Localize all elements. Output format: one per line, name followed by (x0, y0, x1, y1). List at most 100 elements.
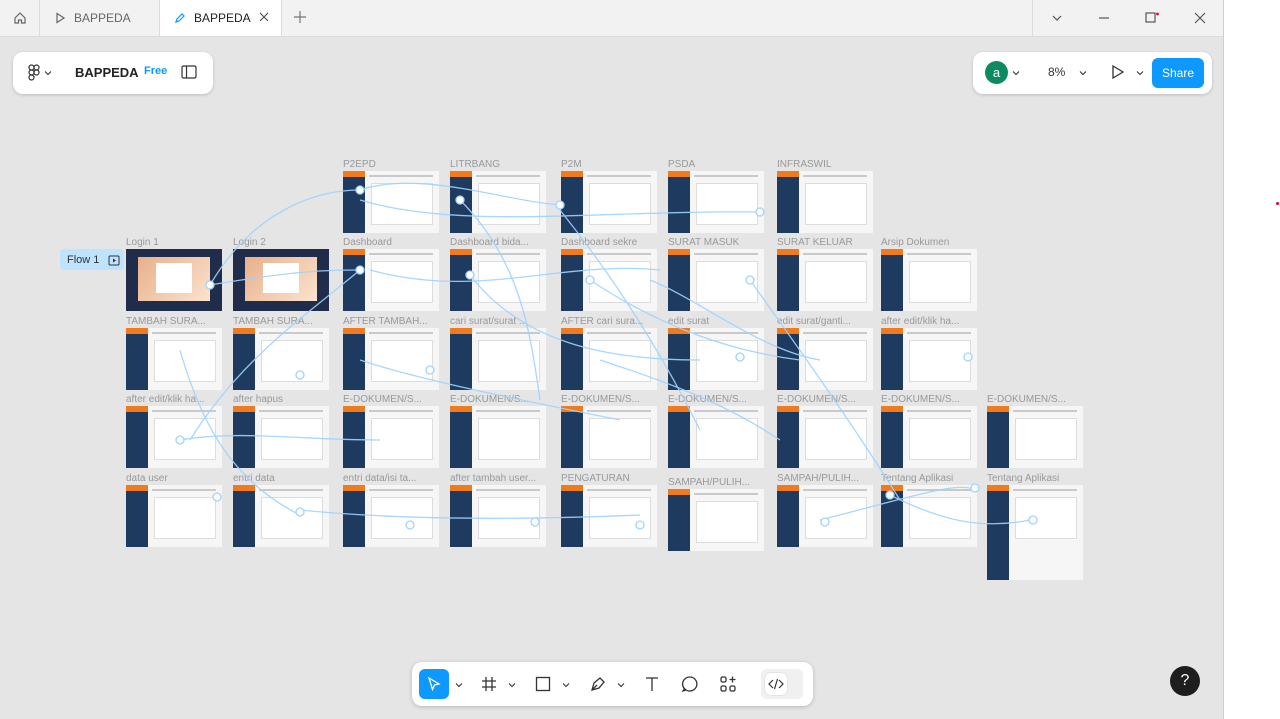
frame-title[interactable]: INFRASWIL (777, 159, 831, 170)
home-tab[interactable] (0, 0, 40, 36)
screen-frame[interactable] (777, 406, 873, 468)
frame-title[interactable]: E-DOKUMEN/S... (343, 394, 422, 405)
frame-title[interactable]: Dashboard (343, 237, 392, 248)
screen-frame[interactable] (233, 485, 329, 547)
frame-title[interactable]: entri data (233, 473, 275, 484)
screen-frame[interactable] (343, 406, 439, 468)
frame-title[interactable]: SURAT MASUK (668, 237, 739, 248)
screen-frame[interactable] (881, 485, 977, 547)
frame-title[interactable]: E-DOKUMEN/S... (777, 394, 856, 405)
screen-frame[interactable] (126, 406, 222, 468)
screen-frame[interactable] (561, 328, 657, 390)
chevron-down-icon[interactable] (1136, 69, 1144, 77)
file-name[interactable]: BAPPEDA (75, 65, 139, 80)
chevron-down-icon[interactable] (562, 681, 570, 689)
screen-frame[interactable] (668, 328, 764, 390)
frame-title[interactable]: data user (126, 473, 168, 484)
frame-title[interactable]: P2M (561, 159, 582, 170)
screen-frame[interactable] (450, 171, 546, 233)
frame-title[interactable]: cari surat/surat ... (450, 316, 527, 327)
frame-title[interactable]: after tambah user... (450, 473, 536, 484)
frame-title[interactable]: SURAT KELUAR (777, 237, 853, 248)
login-screen-frame[interactable] (126, 249, 222, 311)
minimize-button[interactable] (1080, 0, 1128, 36)
screen-frame[interactable] (450, 328, 546, 390)
main-menu-button[interactable] (27, 64, 52, 82)
frame-title[interactable]: AFTER TAMBAH... (343, 316, 428, 327)
frame-title[interactable]: after edit/klik ha... (126, 394, 204, 405)
screen-frame[interactable] (668, 249, 764, 311)
screen-frame[interactable] (881, 328, 977, 390)
screen-frame[interactable] (987, 485, 1083, 580)
frame-tool[interactable] (476, 669, 502, 699)
screen-frame[interactable] (561, 249, 657, 311)
screen-frame[interactable] (233, 406, 329, 468)
tab-prototype[interactable]: BAPPEDA (40, 0, 160, 36)
screen-frame[interactable] (126, 485, 222, 547)
frame-title[interactable]: after edit/klik ha... (881, 316, 959, 327)
maximize-button[interactable] (1128, 0, 1176, 36)
frame-title[interactable]: LITRBANG (450, 159, 500, 170)
frame-title[interactable]: Login 2 (233, 237, 266, 248)
frame-title[interactable]: Tentang Aplikasi (987, 473, 1059, 484)
screen-frame[interactable] (561, 171, 657, 233)
screen-frame[interactable] (450, 406, 546, 468)
comment-tool[interactable] (677, 669, 703, 699)
screen-frame[interactable] (668, 171, 764, 233)
screen-frame[interactable] (561, 406, 657, 468)
dev-mode-toggle[interactable] (761, 669, 803, 699)
screen-frame[interactable] (343, 249, 439, 311)
frame-title[interactable]: edit surat (668, 316, 709, 327)
share-button[interactable]: Share (1152, 58, 1204, 88)
zoom-level[interactable]: 8% (1048, 65, 1065, 79)
screen-frame[interactable] (126, 328, 222, 390)
new-tab-plus-icon[interactable] (292, 9, 308, 25)
screen-frame[interactable] (343, 328, 439, 390)
screen-frame[interactable] (777, 328, 873, 390)
chevron-down-icon[interactable] (455, 681, 463, 689)
screen-frame[interactable] (777, 249, 873, 311)
avatar[interactable]: a (985, 61, 1008, 84)
rectangle-tool[interactable] (530, 669, 556, 699)
frame-title[interactable]: P2EPD (343, 159, 376, 170)
tab-design[interactable]: BAPPEDA (160, 0, 282, 36)
screen-frame[interactable] (450, 249, 546, 311)
frame-title[interactable]: E-DOKUMEN/S... (668, 394, 747, 405)
chevron-down-icon[interactable] (1079, 69, 1087, 77)
chevron-down-icon[interactable] (617, 681, 625, 689)
flow-start-badge[interactable]: Flow 1 (60, 249, 124, 270)
flow-play-icon[interactable] (108, 254, 120, 266)
close-icon[interactable] (257, 10, 271, 24)
screen-frame[interactable] (881, 406, 977, 468)
screen-frame[interactable] (881, 249, 977, 311)
frame-title[interactable]: Dashboard bida... (450, 237, 529, 248)
screen-frame[interactable] (343, 485, 439, 547)
screen-frame[interactable] (668, 489, 764, 551)
frame-title[interactable]: AFTER cari sura... (561, 316, 643, 327)
frame-title[interactable]: SAMPAH/PULIH... (668, 477, 750, 488)
screen-frame[interactable] (987, 406, 1083, 468)
sidebar-toggle-icon[interactable] (181, 65, 197, 79)
frame-title[interactable]: E-DOKUMEN/S... (881, 394, 960, 405)
frame-title[interactable]: Login 1 (126, 237, 159, 248)
text-tool[interactable] (639, 669, 665, 699)
screen-frame[interactable] (777, 171, 873, 233)
frame-title[interactable]: TAMBAH SURA... (233, 316, 313, 327)
login-screen-frame[interactable] (233, 249, 329, 311)
actions-tool[interactable] (715, 669, 741, 699)
pen-tool[interactable] (585, 669, 611, 699)
close-window-button[interactable] (1176, 0, 1224, 36)
frame-title[interactable]: E-DOKUMEN/S... (987, 394, 1066, 405)
tab-list-dropdown[interactable] (1032, 0, 1081, 36)
screen-frame[interactable] (343, 171, 439, 233)
chevron-down-icon[interactable] (1012, 69, 1020, 77)
frame-title[interactable]: PENGATURAN (561, 473, 630, 484)
frame-title[interactable]: SAMPAH/PULIH... (777, 473, 859, 484)
screen-frame[interactable] (668, 406, 764, 468)
frame-title[interactable]: E-DOKUMEN/S... (561, 394, 640, 405)
frame-title[interactable]: after hapus (233, 394, 283, 405)
frame-title[interactable]: Arsip Dokumen (881, 237, 949, 248)
frame-title[interactable]: PSDA (668, 159, 695, 170)
screen-frame[interactable] (450, 485, 546, 547)
frame-title[interactable]: Dashboard sekre (561, 237, 637, 248)
